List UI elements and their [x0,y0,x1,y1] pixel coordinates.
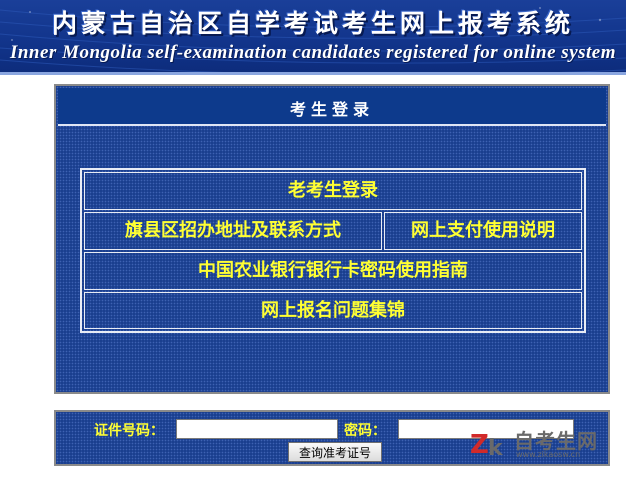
login-menu: 老考生登录 旗县区招办地址及联系方式 网上支付使用说明 中国农业银行银行卡密码使… [80,168,586,333]
query-exam-number-button[interactable]: 查询准考证号 [288,442,382,462]
query-box: 证件号码： 密码： 查询准考证号 [54,410,610,466]
online-payment-guide-link[interactable]: 网上支付使用说明 [384,212,582,250]
menu-item-label: 中国农业银行银行卡密码使用指南 [198,260,468,281]
login-panel: 考生登录 老考生登录 旗县区招办地址及联系方式 网上支付使用说明 中国农业银行银… [54,84,610,394]
county-offices-link[interactable]: 旗县区招办地址及联系方式 [84,212,382,250]
abc-card-password-guide-link[interactable]: 中国农业银行银行卡密码使用指南 [84,252,582,290]
password-label: 密码： [344,423,386,439]
menu-item-label: 旗县区招办地址及联系方式 [125,220,341,241]
login-header-title: 考生登录 [289,100,374,119]
password-input[interactable] [398,419,574,439]
login-header: 考生登录 [58,88,606,126]
banner-title-cn: 内蒙古自治区自学考试考生网上报考系统 [51,9,574,38]
menu-item-label: 网上支付使用说明 [411,220,555,241]
menu-item-label: 网上报名问题集锦 [261,300,405,321]
faq-link[interactable]: 网上报名问题集锦 [84,292,582,329]
banner-title-en: Inner Mongolia self-examination candidat… [9,42,617,63]
site-banner: 内蒙古自治区自学考试考生网上报考系统 Inner Mongolia self-e… [0,0,626,72]
banner-divider [0,72,626,75]
menu-item-label: 老考生登录 [288,180,378,201]
old-candidate-login-link[interactable]: 老考生登录 [84,172,582,210]
id-number-label: 证件号码： [94,423,164,439]
page-root: 内蒙古自治区自学考试考生网上报考系统 Inner Mongolia self-e… [0,0,626,480]
id-number-input[interactable] [176,419,338,439]
